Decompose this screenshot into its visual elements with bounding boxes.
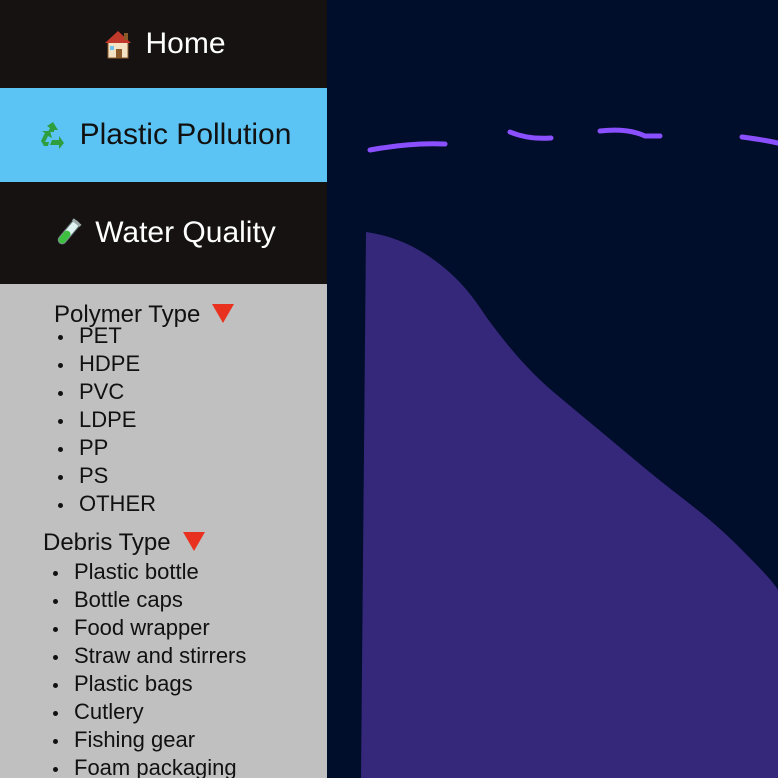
house-icon bbox=[101, 27, 135, 61]
nav-water-quality[interactable]: Water Quality bbox=[0, 182, 327, 284]
list-item[interactable]: Foam packaging bbox=[0, 754, 327, 778]
list-item[interactable]: PET bbox=[0, 322, 327, 350]
nav-home-label: Home bbox=[145, 27, 226, 60]
app: Home Plastic Pollution Water Quality Pol… bbox=[0, 0, 778, 778]
sidebar: Home Plastic Pollution Water Quality Pol… bbox=[0, 0, 327, 778]
filter-panel: Polymer Type PET HDPE PVC LDPE PP PS OTH… bbox=[0, 300, 327, 778]
nav-water-label: Water Quality bbox=[95, 216, 276, 249]
debris-type-dropdown[interactable]: Debris Type bbox=[0, 528, 327, 558]
chart-area bbox=[327, 0, 778, 778]
nav-plastic-label: Plastic Pollution bbox=[79, 118, 292, 151]
chart-svg bbox=[361, 127, 778, 778]
dashed-line-series bbox=[367, 127, 778, 153]
list-item[interactable]: HDPE bbox=[0, 350, 327, 378]
list-item[interactable]: LDPE bbox=[0, 406, 327, 434]
list-item[interactable]: Cutlery bbox=[0, 698, 327, 726]
nav-home[interactable]: Home bbox=[0, 0, 327, 88]
list-item[interactable]: Food wrapper bbox=[0, 614, 327, 642]
debris-type-title: Debris Type bbox=[43, 529, 171, 556]
nav-plastic-pollution[interactable]: Plastic Pollution bbox=[0, 88, 327, 182]
dropdown-arrow-icon bbox=[212, 303, 235, 323]
list-item[interactable]: PP bbox=[0, 434, 327, 462]
polymer-type-list: PET HDPE PVC LDPE PP PS OTHER bbox=[0, 322, 327, 518]
list-item[interactable]: Plastic bags bbox=[0, 670, 327, 698]
debris-type-list: Plastic bottle Bottle caps Food wrapper … bbox=[0, 558, 327, 778]
list-item[interactable]: PVC bbox=[0, 378, 327, 406]
dropdown-arrow-icon bbox=[182, 531, 205, 551]
list-item[interactable]: Straw and stirrers bbox=[0, 642, 327, 670]
list-item[interactable]: Fishing gear bbox=[0, 726, 327, 754]
list-item[interactable]: PS bbox=[0, 462, 327, 490]
recycle-icon bbox=[36, 118, 70, 152]
list-item[interactable]: Bottle caps bbox=[0, 586, 327, 614]
list-item[interactable]: OTHER bbox=[0, 490, 327, 518]
test-tube-icon bbox=[51, 216, 85, 250]
list-item[interactable]: Plastic bottle bbox=[0, 558, 327, 586]
area-series bbox=[361, 232, 778, 778]
